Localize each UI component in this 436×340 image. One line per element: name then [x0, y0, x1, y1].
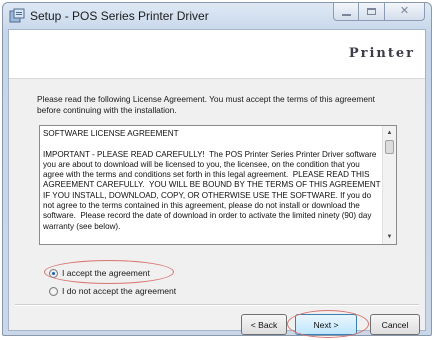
wizard-header: Printer: [9, 30, 425, 79]
window-title: Setup - POS Series Printer Driver: [30, 9, 209, 23]
minimize-icon: [341, 13, 351, 16]
maximize-icon: [367, 8, 376, 15]
title-bar[interactable]: Setup - POS Series Printer Driver ✕: [3, 3, 431, 29]
intro-text: Please read the following License Agreem…: [37, 94, 375, 115]
minimize-button[interactable]: [333, 3, 359, 21]
decline-radio-label: I do not accept the agreement: [62, 286, 177, 296]
close-button[interactable]: ✕: [385, 3, 425, 21]
license-text: SOFTWARE LICENSE AGREEMENT IMPORTANT - P…: [43, 129, 381, 231]
back-button[interactable]: < Back: [241, 314, 287, 335]
window-controls: ✕: [333, 3, 425, 22]
dialog-body: Printer Please read the following Licens…: [8, 29, 426, 338]
cancel-button[interactable]: Cancel: [370, 314, 420, 335]
close-icon: ✕: [399, 5, 410, 17]
scroll-thumb[interactable]: [385, 140, 394, 154]
brand-logo-text: Printer: [348, 46, 415, 61]
scroll-down-arrow-icon[interactable]: ▼: [383, 231, 396, 243]
scroll-up-arrow-icon[interactable]: ▲: [383, 127, 396, 139]
button-separator: [15, 304, 419, 306]
maximize-button[interactable]: [359, 3, 385, 21]
decline-radio-option[interactable]: I do not accept the agreement: [49, 286, 176, 296]
license-textarea[interactable]: SOFTWARE LICENSE AGREEMENT IMPORTANT - P…: [39, 125, 397, 245]
next-highlight-annotation: [287, 310, 369, 338]
setup-app-icon: [9, 8, 25, 23]
accept-highlight-annotation: [44, 260, 174, 284]
license-scrollbar[interactable]: ▲ ▼: [382, 126, 396, 244]
decline-radio-button[interactable]: [49, 286, 58, 296]
setup-window: Setup - POS Series Printer Driver ✕ Prin…: [2, 2, 432, 338]
